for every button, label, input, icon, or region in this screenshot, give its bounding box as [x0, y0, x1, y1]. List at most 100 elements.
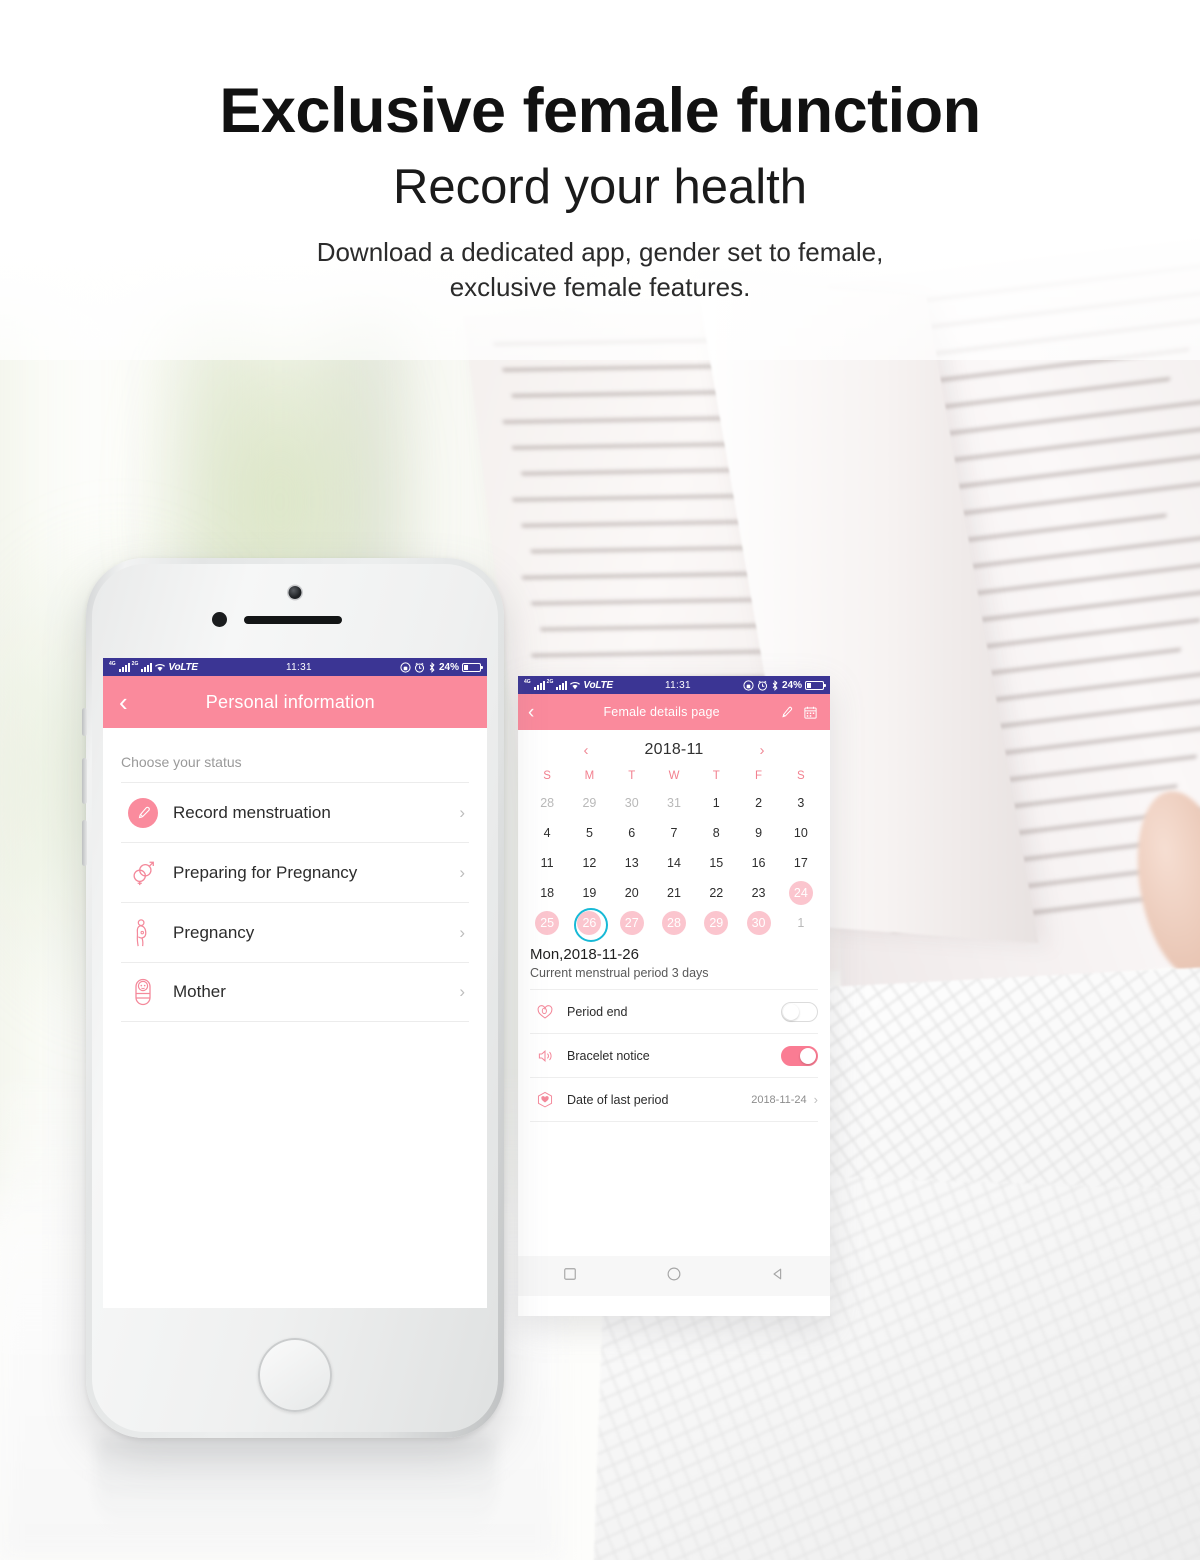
- iphone-screen: 4G 2G VoLTE 11:31 24% ‹ Personal informa…: [103, 658, 487, 1308]
- battery-percent-label: 24%: [781, 679, 802, 691]
- android-nav-bar: [518, 1256, 830, 1296]
- list-item-preparing-for-pregnancy[interactable]: Preparing for Pregnancy ›: [121, 842, 469, 902]
- calendar-day-cell[interactable]: 27: [611, 908, 653, 938]
- calendar-day-label: 7: [670, 826, 678, 840]
- signal-icon-2: [556, 680, 568, 690]
- list-item-label: Pregnancy: [173, 922, 255, 942]
- calendar-day-label: 13: [624, 856, 639, 870]
- calendar-day-cell[interactable]: 29: [568, 788, 610, 818]
- calendar-day-cell[interactable]: 11: [526, 848, 568, 878]
- calendar-day-cell[interactable]: 1: [695, 788, 737, 818]
- calendar-day-label: 8: [712, 826, 720, 840]
- calendar-day-cell[interactable]: 3: [780, 788, 822, 818]
- signal-icon: [533, 680, 545, 690]
- calendar-day-cell[interactable]: 20: [611, 878, 653, 908]
- description-line-1: Download a dedicated app, gender set to …: [316, 236, 884, 267]
- calendar-day-cell[interactable]: 22: [695, 878, 737, 908]
- recents-square-icon[interactable]: [563, 1267, 577, 1286]
- calendar-week-row: 25 26 27 28 29 30 1: [526, 908, 822, 942]
- calendar-day-cell[interactable]: 21: [653, 878, 695, 908]
- heart-badge-icon: [530, 1091, 560, 1109]
- calendar-day-cell[interactable]: 17: [780, 848, 822, 878]
- setting-row-date-of-last-period[interactable]: Date of last period 2018-11-24 ›: [530, 1077, 818, 1121]
- calendar-weeks: 28 29 30 31 1 2 3 4 5 6 7 8 9 10 11 12 13 14 15 16 17 18 19 20 2…: [526, 788, 822, 942]
- calendar-day-cell[interactable]: 31: [653, 788, 695, 818]
- calendar-day-cell[interactable]: 29: [695, 908, 737, 938]
- rotation-lock-icon: [400, 661, 411, 673]
- prev-month-button[interactable]: ‹: [584, 742, 589, 759]
- page-description: Download a dedicated app, gender set to …: [0, 235, 1200, 305]
- calendar-day-label: 19: [582, 886, 597, 900]
- alarm-icon: [414, 662, 425, 673]
- setting-label: Period end: [567, 1004, 628, 1019]
- mute-switch[interactable]: [82, 708, 87, 736]
- calendar-day-cell[interactable]: 12: [568, 848, 610, 878]
- calendar-day-label: 12: [582, 856, 597, 870]
- wifi-icon: [570, 682, 581, 690]
- calendar-day-cell[interactable]: 7: [653, 818, 695, 848]
- volume-up-button[interactable]: [82, 758, 87, 804]
- chevron-right-icon: ›: [459, 862, 465, 882]
- android-device: 4G 2G VoLTE 11:31 24% ‹ Female details p…: [518, 676, 830, 1316]
- calendar-day-cell[interactable]: 15: [695, 848, 737, 878]
- calendar-day-cell[interactable]: 23: [737, 878, 779, 908]
- calendar-day-cell[interactable]: 9: [737, 818, 779, 848]
- volume-down-button[interactable]: [82, 820, 87, 866]
- menstruation-icon: [121, 797, 165, 828]
- next-month-button[interactable]: ›: [759, 742, 764, 759]
- calendar-day-label: 3: [797, 796, 805, 810]
- setting-label: Bracelet notice: [567, 1048, 650, 1063]
- calendar-day-label: 30: [746, 911, 771, 935]
- calendar-day-cell[interactable]: 6: [611, 818, 653, 848]
- iphone-device: 4G 2G VoLTE 11:31 24% ‹ Personal informa…: [82, 558, 504, 1438]
- calendar-day-cell[interactable]: 4: [526, 818, 568, 848]
- calendar-day-label: 22: [709, 886, 724, 900]
- setting-row-period-end[interactable]: Period end: [530, 989, 818, 1033]
- edit-pen-icon[interactable]: [779, 705, 794, 720]
- home-circle-icon[interactable]: [666, 1266, 682, 1287]
- calendar-day-cell[interactable]: 19: [568, 878, 610, 908]
- setting-row-bracelet-notice[interactable]: Bracelet notice: [530, 1033, 818, 1077]
- chevron-right-icon: ›: [459, 802, 465, 822]
- calendar-day-label: 10: [793, 826, 808, 840]
- calendar-day-cell[interactable]: 30: [611, 788, 653, 818]
- period-end-toggle[interactable]: [781, 1001, 818, 1022]
- calendar-day-cell[interactable]: 26: [568, 908, 610, 942]
- calendar-day-label: 5: [585, 826, 593, 840]
- calendar-icon[interactable]: [803, 705, 818, 720]
- pregnant-woman-icon: [121, 918, 165, 948]
- signal-icon: [118, 662, 130, 672]
- back-triangle-icon[interactable]: [771, 1267, 785, 1286]
- back-button[interactable]: ‹: [103, 689, 144, 715]
- android-status-bar: 4G 2G VoLTE 11:31 24%: [518, 676, 830, 694]
- calendar-day-cell[interactable]: 28: [653, 908, 695, 938]
- calendar-day-label: 21: [667, 886, 681, 900]
- settings-bottom-divider: [530, 1121, 818, 1122]
- calendar-week-row: 4 5 6 7 8 9 10: [526, 818, 822, 848]
- home-button[interactable]: [258, 1338, 332, 1412]
- chevron-right-icon: ›: [459, 982, 465, 1001]
- list-item-record-menstruation[interactable]: Record menstruation ›: [121, 782, 469, 842]
- ios-status-bar: 4G 2G VoLTE 11:31 24%: [103, 658, 487, 676]
- calendar-day-cell[interactable]: 8: [695, 818, 737, 848]
- calendar-day-cell[interactable]: 25: [526, 908, 568, 938]
- calendar-day-cell[interactable]: 24: [780, 878, 822, 908]
- calendar-day-cell[interactable]: 5: [568, 818, 610, 848]
- calendar-day-label: 30: [624, 796, 639, 810]
- calendar-day-cell[interactable]: 10: [780, 818, 822, 848]
- calendar-day-cell[interactable]: 18: [526, 878, 568, 908]
- calendar-day-label: 6: [628, 826, 636, 840]
- calendar-day-cell[interactable]: 30: [737, 908, 779, 938]
- calendar-day-cell[interactable]: 16: [737, 848, 779, 878]
- back-button[interactable]: ‹: [518, 703, 544, 722]
- calendar-day-cell[interactable]: 2: [737, 788, 779, 818]
- calendar-day-cell[interactable]: 14: [653, 848, 695, 878]
- calendar-day-cell[interactable]: 13: [611, 848, 653, 878]
- network-4g-label: 4G: [524, 678, 531, 685]
- list-item-mother[interactable]: Mother ›: [121, 962, 469, 1022]
- calendar-day-cell[interactable]: 1: [780, 908, 822, 938]
- calendar-day-cell[interactable]: 28: [526, 788, 568, 818]
- bracelet-notice-toggle[interactable]: [781, 1045, 818, 1066]
- list-item-pregnancy[interactable]: Pregnancy ›: [121, 902, 469, 962]
- gender-symbols-icon: [121, 859, 165, 887]
